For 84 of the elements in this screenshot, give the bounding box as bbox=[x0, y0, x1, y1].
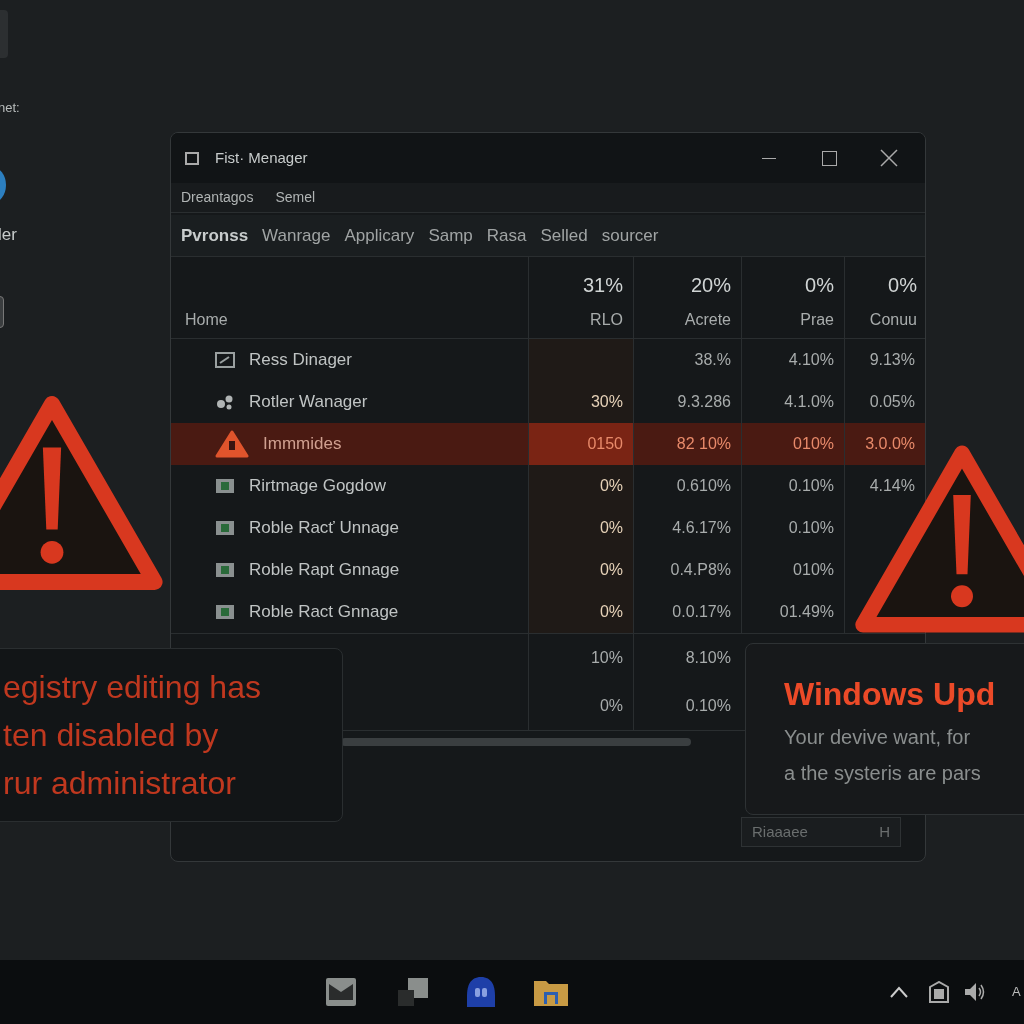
window-icon bbox=[215, 352, 235, 368]
table-cell-text: 0% bbox=[599, 560, 623, 580]
table-cell-text: 4.10% bbox=[788, 350, 834, 370]
table-cell-text: 8.10% bbox=[685, 648, 731, 668]
chevron-up-icon[interactable] bbox=[890, 986, 908, 998]
column-header[interactable]: Home bbox=[185, 308, 228, 332]
table-cell-text: 4.6.17% bbox=[672, 518, 731, 538]
process-row[interactable]: Rirtmage Gogdow 0% 0.610% 0.10% bbox=[171, 465, 844, 507]
table-cell-text: 0% bbox=[599, 602, 623, 622]
tab[interactable]: sourcer bbox=[601, 222, 659, 249]
process-row[interactable]: Ress Dinager 38.% 4.10% bbox=[171, 339, 844, 381]
tab[interactable]: Applicary bbox=[344, 222, 415, 249]
process-name: Roble Racť Unnage bbox=[249, 517, 400, 540]
table-cell-text: 9.13% bbox=[869, 350, 915, 370]
table-cell-text: 0.4.P8% bbox=[670, 560, 731, 580]
table-cell-text: 0.0.17% bbox=[672, 602, 731, 622]
table-cell-text: 10% bbox=[590, 648, 623, 668]
table-cell-text: 01.49% bbox=[779, 602, 834, 622]
process-name: Rotler Wanager bbox=[249, 391, 368, 414]
tab[interactable]: Selled bbox=[540, 222, 588, 249]
process-name: Rirtmage Gogdow bbox=[249, 475, 386, 498]
error-message-line: rur administrator bbox=[3, 764, 237, 803]
table-cell-text: 30% bbox=[590, 392, 623, 412]
column-header[interactable]: RLO bbox=[590, 308, 623, 332]
table-cell-text: 0.10% bbox=[788, 476, 834, 496]
table-cell-text: 0.10% bbox=[788, 518, 834, 538]
table-cell-text: 0% bbox=[599, 476, 623, 496]
error-message-line: egistry editing has bbox=[3, 668, 262, 707]
process-name: Roble Ract Gnnage bbox=[249, 601, 399, 624]
column-percent: 20% bbox=[690, 273, 731, 298]
table-cell-text: 3.0.0% bbox=[865, 434, 915, 454]
tab[interactable]: Samp bbox=[428, 222, 473, 249]
folder-icon[interactable] bbox=[534, 978, 568, 1006]
gears-icon bbox=[215, 394, 235, 410]
error-message-line: ten disabled by bbox=[3, 716, 220, 755]
process-row[interactable]: Roble Rapt Gnnage 0% 0.4.P8% 010% bbox=[171, 549, 844, 591]
app-icon bbox=[215, 604, 235, 620]
column-header[interactable]: Acrete bbox=[684, 308, 731, 332]
network-icon[interactable] bbox=[928, 981, 950, 1003]
table-cell-text: 0.10% bbox=[685, 696, 731, 716]
column-header[interactable]: Conuu bbox=[869, 308, 917, 332]
app-icon bbox=[215, 520, 235, 536]
menu-item[interactable]: Semel bbox=[275, 187, 316, 208]
column-header[interactable]: Prae bbox=[800, 308, 834, 332]
desktop-icon-label: ler bbox=[0, 224, 17, 246]
process-name: Roble Rapt Gnnage bbox=[249, 559, 400, 582]
app-icon bbox=[185, 151, 199, 165]
process-name: Immmides bbox=[263, 433, 342, 456]
process-row[interactable]: Roble Ract Gnnage 0% 0.0.17% 01.49% bbox=[171, 591, 844, 633]
process-row[interactable]: Roble Racť Unnage 0% 4.6.17% 0.10% bbox=[171, 507, 844, 549]
table-cell-text: 38.% bbox=[694, 350, 731, 370]
window-title: Fist· Menager bbox=[215, 147, 308, 168]
table-cell-text: 010% bbox=[793, 560, 834, 580]
column-percent: 31% bbox=[582, 273, 623, 298]
notification-text: a the systeris are pars bbox=[784, 761, 982, 786]
app-icon bbox=[215, 562, 235, 578]
table-cell-text: 82 10% bbox=[676, 434, 731, 454]
column-percent: 0% bbox=[888, 273, 917, 298]
table-cell-text: 4.1.0% bbox=[784, 392, 834, 412]
warning-icon bbox=[215, 430, 249, 458]
notification-text: Your devive want, for bbox=[784, 725, 972, 750]
table-cell-text: 0150 bbox=[587, 434, 623, 454]
tab[interactable]: Rasa bbox=[486, 222, 527, 249]
table-cell-text: 010% bbox=[793, 434, 834, 454]
windows-icon[interactable] bbox=[398, 978, 428, 1006]
table-cell-text: 0.610% bbox=[676, 476, 731, 496]
notification-title: Windows Upd bbox=[784, 675, 997, 714]
app-icon bbox=[215, 478, 235, 494]
process-row[interactable]: Immmides 0150 82 10% 010% bbox=[171, 423, 844, 465]
process-name: Ress Dinager bbox=[249, 349, 352, 372]
tab[interactable]: Wanrage bbox=[262, 222, 331, 249]
app-icon[interactable] bbox=[466, 976, 496, 1008]
mail-icon[interactable] bbox=[326, 978, 356, 1006]
table-cell-text: 0% bbox=[599, 696, 623, 716]
menu-item[interactable]: Dreantagos bbox=[181, 187, 254, 208]
tab[interactable]: Pvronss bbox=[181, 222, 249, 249]
column-percent: 0% bbox=[805, 273, 834, 298]
scrollbar[interactable] bbox=[341, 737, 691, 746]
table-cell-text: 4.14% bbox=[869, 476, 915, 496]
table-cell-text: 0.05% bbox=[869, 392, 915, 412]
volume-icon[interactable] bbox=[964, 981, 986, 1003]
table-cell-text: 9.3.286 bbox=[677, 392, 731, 412]
tray-text: A bbox=[1012, 983, 1021, 1002]
table-cell-text: 0% bbox=[599, 518, 623, 538]
